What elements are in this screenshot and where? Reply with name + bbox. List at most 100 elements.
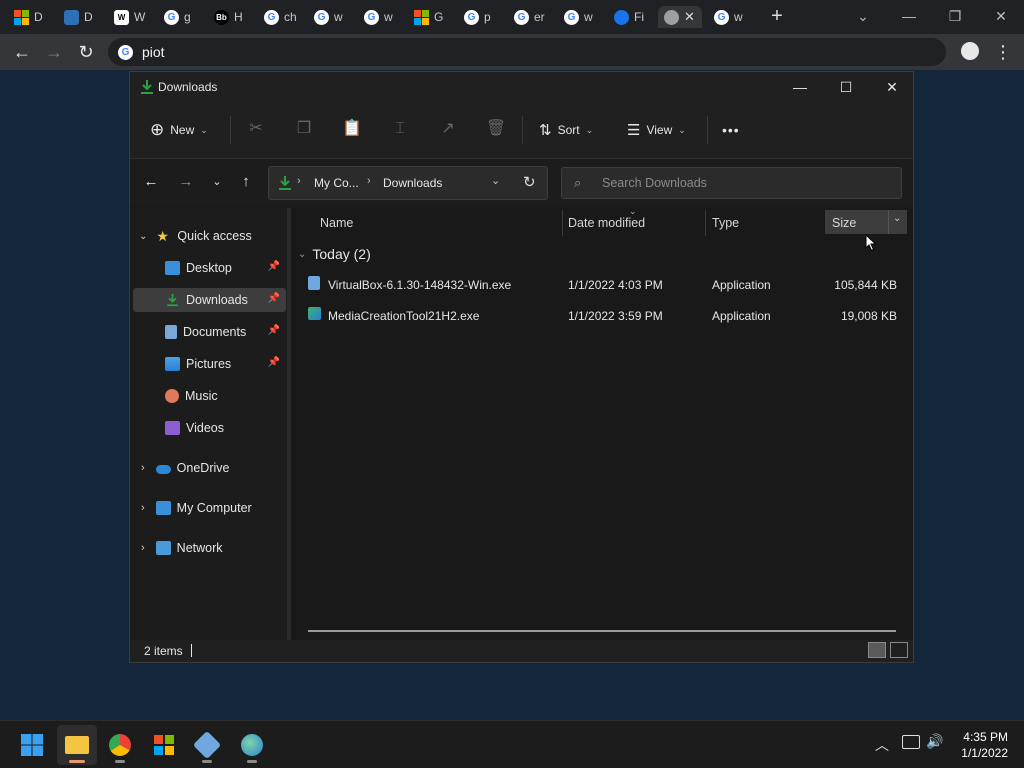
clock-date: 1/1/2022 xyxy=(961,746,1008,760)
sidebar-item-downloads[interactable]: Downloads 📌 xyxy=(133,288,286,312)
browser-tab[interactable]: G xyxy=(414,6,456,28)
taskbar-chrome[interactable] xyxy=(100,725,140,765)
pin-icon[interactable]: 📌 xyxy=(268,357,280,368)
details-view-icon[interactable] xyxy=(868,642,886,658)
paste-icon[interactable]: 📋 xyxy=(341,118,363,140)
table-row[interactable]: VirtualBox-6.1.30-148432-Win.exe 1/1/202… xyxy=(302,274,905,298)
omnibox[interactable]: G piot xyxy=(108,38,946,66)
chevron-down-icon[interactable]: ⌄ xyxy=(491,174,500,187)
taskbar-virtualbox[interactable] xyxy=(187,725,227,765)
taskbar-file-explorer[interactable] xyxy=(57,725,97,765)
refresh-icon[interactable]: ↻ xyxy=(523,173,536,191)
horizontal-scrollbar[interactable] xyxy=(308,630,896,632)
breadcrumb-item[interactable]: My Co... xyxy=(314,176,359,190)
running-indicator xyxy=(69,760,85,763)
share-icon[interactable]: ↗ xyxy=(437,118,459,140)
browser-tab[interactable]: G p xyxy=(464,6,506,28)
taskbar-globe-app[interactable] xyxy=(232,725,272,765)
network-status-icon[interactable] xyxy=(902,735,920,749)
column-header-type[interactable]: Type xyxy=(712,216,739,230)
sidebar-item-network[interactable]: › Network xyxy=(133,536,286,560)
chevron-down-icon: ⌄ xyxy=(678,124,686,135)
delete-icon[interactable]: 🗑 xyxy=(485,118,507,140)
omnibox-input[interactable]: piot xyxy=(142,44,165,60)
chevron-up-icon[interactable]: ︿ xyxy=(875,735,889,755)
browser-tab[interactable]: G w xyxy=(714,6,756,28)
taskbar-store[interactable] xyxy=(144,725,184,765)
sidebar-item-music[interactable]: Music xyxy=(133,384,286,408)
new-tab-button[interactable]: + xyxy=(764,6,790,28)
up-arrow-icon[interactable]: ↑ xyxy=(235,171,257,193)
reload-icon[interactable]: ↻ xyxy=(74,40,98,64)
maximize-icon[interactable]: ☐ xyxy=(823,72,869,102)
sidebar-item-videos[interactable]: Videos xyxy=(133,416,286,440)
browser-tab-active[interactable]: ✕ xyxy=(658,6,702,28)
sort-button[interactable]: ⇅ Sort ⌄ xyxy=(539,116,593,144)
kebab-menu-icon[interactable]: ⋮ xyxy=(994,38,1012,66)
breadcrumb-item[interactable]: Downloads xyxy=(383,176,442,190)
close-tab-icon[interactable]: ✕ xyxy=(684,9,695,25)
browser-tab[interactable]: G ch xyxy=(264,6,306,28)
chevron-down-icon[interactable]: ⌄ xyxy=(893,213,901,224)
search-input[interactable]: ⌕ Search Downloads xyxy=(561,167,902,199)
pin-icon[interactable]: 📌 xyxy=(268,325,280,336)
sidebar-item-quick-access[interactable]: ⌄ ★ Quick access xyxy=(133,224,286,248)
pin-icon[interactable]: 📌 xyxy=(268,261,280,272)
google-icon: G xyxy=(564,9,579,25)
pin-icon[interactable]: 📌 xyxy=(268,293,280,304)
column-header-date[interactable]: Date modified xyxy=(568,216,645,230)
browser-tab[interactable]: D xyxy=(64,6,106,28)
globe-icon xyxy=(664,9,679,25)
browser-tab[interactable]: G g xyxy=(164,6,206,28)
new-button[interactable]: ⊕ New ⌄ xyxy=(150,116,208,144)
clock[interactable]: 4:35 PM 1/1/2022 xyxy=(956,729,1008,761)
sidebar-item-desktop[interactable]: Desktop 📌 xyxy=(133,256,286,280)
download-icon xyxy=(141,80,153,94)
browser-tab[interactable]: W W xyxy=(114,6,156,28)
browser-tab[interactable]: G er xyxy=(514,6,556,28)
volume-icon[interactable]: 🔊 xyxy=(926,733,943,750)
file-type: Application xyxy=(712,309,771,323)
back-arrow-icon[interactable]: ← xyxy=(140,171,162,193)
browser-tab[interactable]: G w xyxy=(364,6,406,28)
browser-tab[interactable]: G w xyxy=(314,6,356,28)
close-icon[interactable]: ✕ xyxy=(869,72,915,102)
view-button[interactable]: ☰ View ⌄ xyxy=(627,116,686,144)
sidebar-item-label: My Computer xyxy=(176,501,252,515)
column-header-size[interactable]: Size xyxy=(832,216,856,230)
more-options-icon[interactable]: ••• xyxy=(722,116,740,144)
minimize-icon[interactable]: — xyxy=(777,72,823,102)
recent-locations-icon[interactable]: ⌄ xyxy=(206,171,228,193)
pane-divider[interactable] xyxy=(287,208,291,640)
restore-browser-icon[interactable]: ❐ xyxy=(940,4,970,28)
start-button[interactable] xyxy=(12,725,52,765)
forward-arrow-icon[interactable]: → xyxy=(175,171,197,193)
minimize-browser-icon[interactable]: — xyxy=(894,4,924,28)
sidebar-item-onedrive[interactable]: › OneDrive xyxy=(133,456,286,480)
profile-icon[interactable] xyxy=(961,42,979,60)
browser-tab[interactable]: G w xyxy=(564,6,606,28)
column-separator[interactable] xyxy=(705,210,706,236)
rename-icon[interactable]: ⌶ xyxy=(389,118,411,140)
close-browser-icon[interactable]: ✕ xyxy=(986,4,1016,28)
sidebar-item-pictures[interactable]: Pictures 📌 xyxy=(133,352,286,376)
chevron-down-icon: ⌄ xyxy=(298,248,307,260)
forward-arrow-icon[interactable]: → xyxy=(42,40,66,64)
tab-search-icon[interactable]: ⌄ xyxy=(848,4,878,28)
large-icons-view-icon[interactable] xyxy=(890,642,908,658)
browser-tab[interactable]: D xyxy=(14,6,56,28)
back-arrow-icon[interactable]: ← xyxy=(10,40,34,64)
column-separator[interactable] xyxy=(562,210,563,236)
address-bar[interactable]: › My Co... › Downloads ⌄ ↻ xyxy=(268,166,548,200)
cut-icon[interactable]: ✂ xyxy=(245,118,267,140)
group-header[interactable]: ⌄ Today (2) xyxy=(298,246,371,262)
table-row[interactable]: MediaCreationTool21H2.exe 1/1/2022 3:59 … xyxy=(302,305,905,329)
browser-tab[interactable]: Fi xyxy=(614,6,656,28)
column-header-name[interactable]: Name xyxy=(320,216,353,230)
sidebar-item-documents[interactable]: Documents 📌 xyxy=(133,320,286,344)
copy-icon[interactable]: ❐ xyxy=(293,118,315,140)
sidebar-item-my-computer[interactable]: › My Computer xyxy=(133,496,286,520)
window-titlebar[interactable]: Downloads — ☐ ✕ xyxy=(130,72,913,102)
clock-time: 4:35 PM xyxy=(963,730,1008,744)
browser-tab[interactable]: Bb H xyxy=(214,6,256,28)
